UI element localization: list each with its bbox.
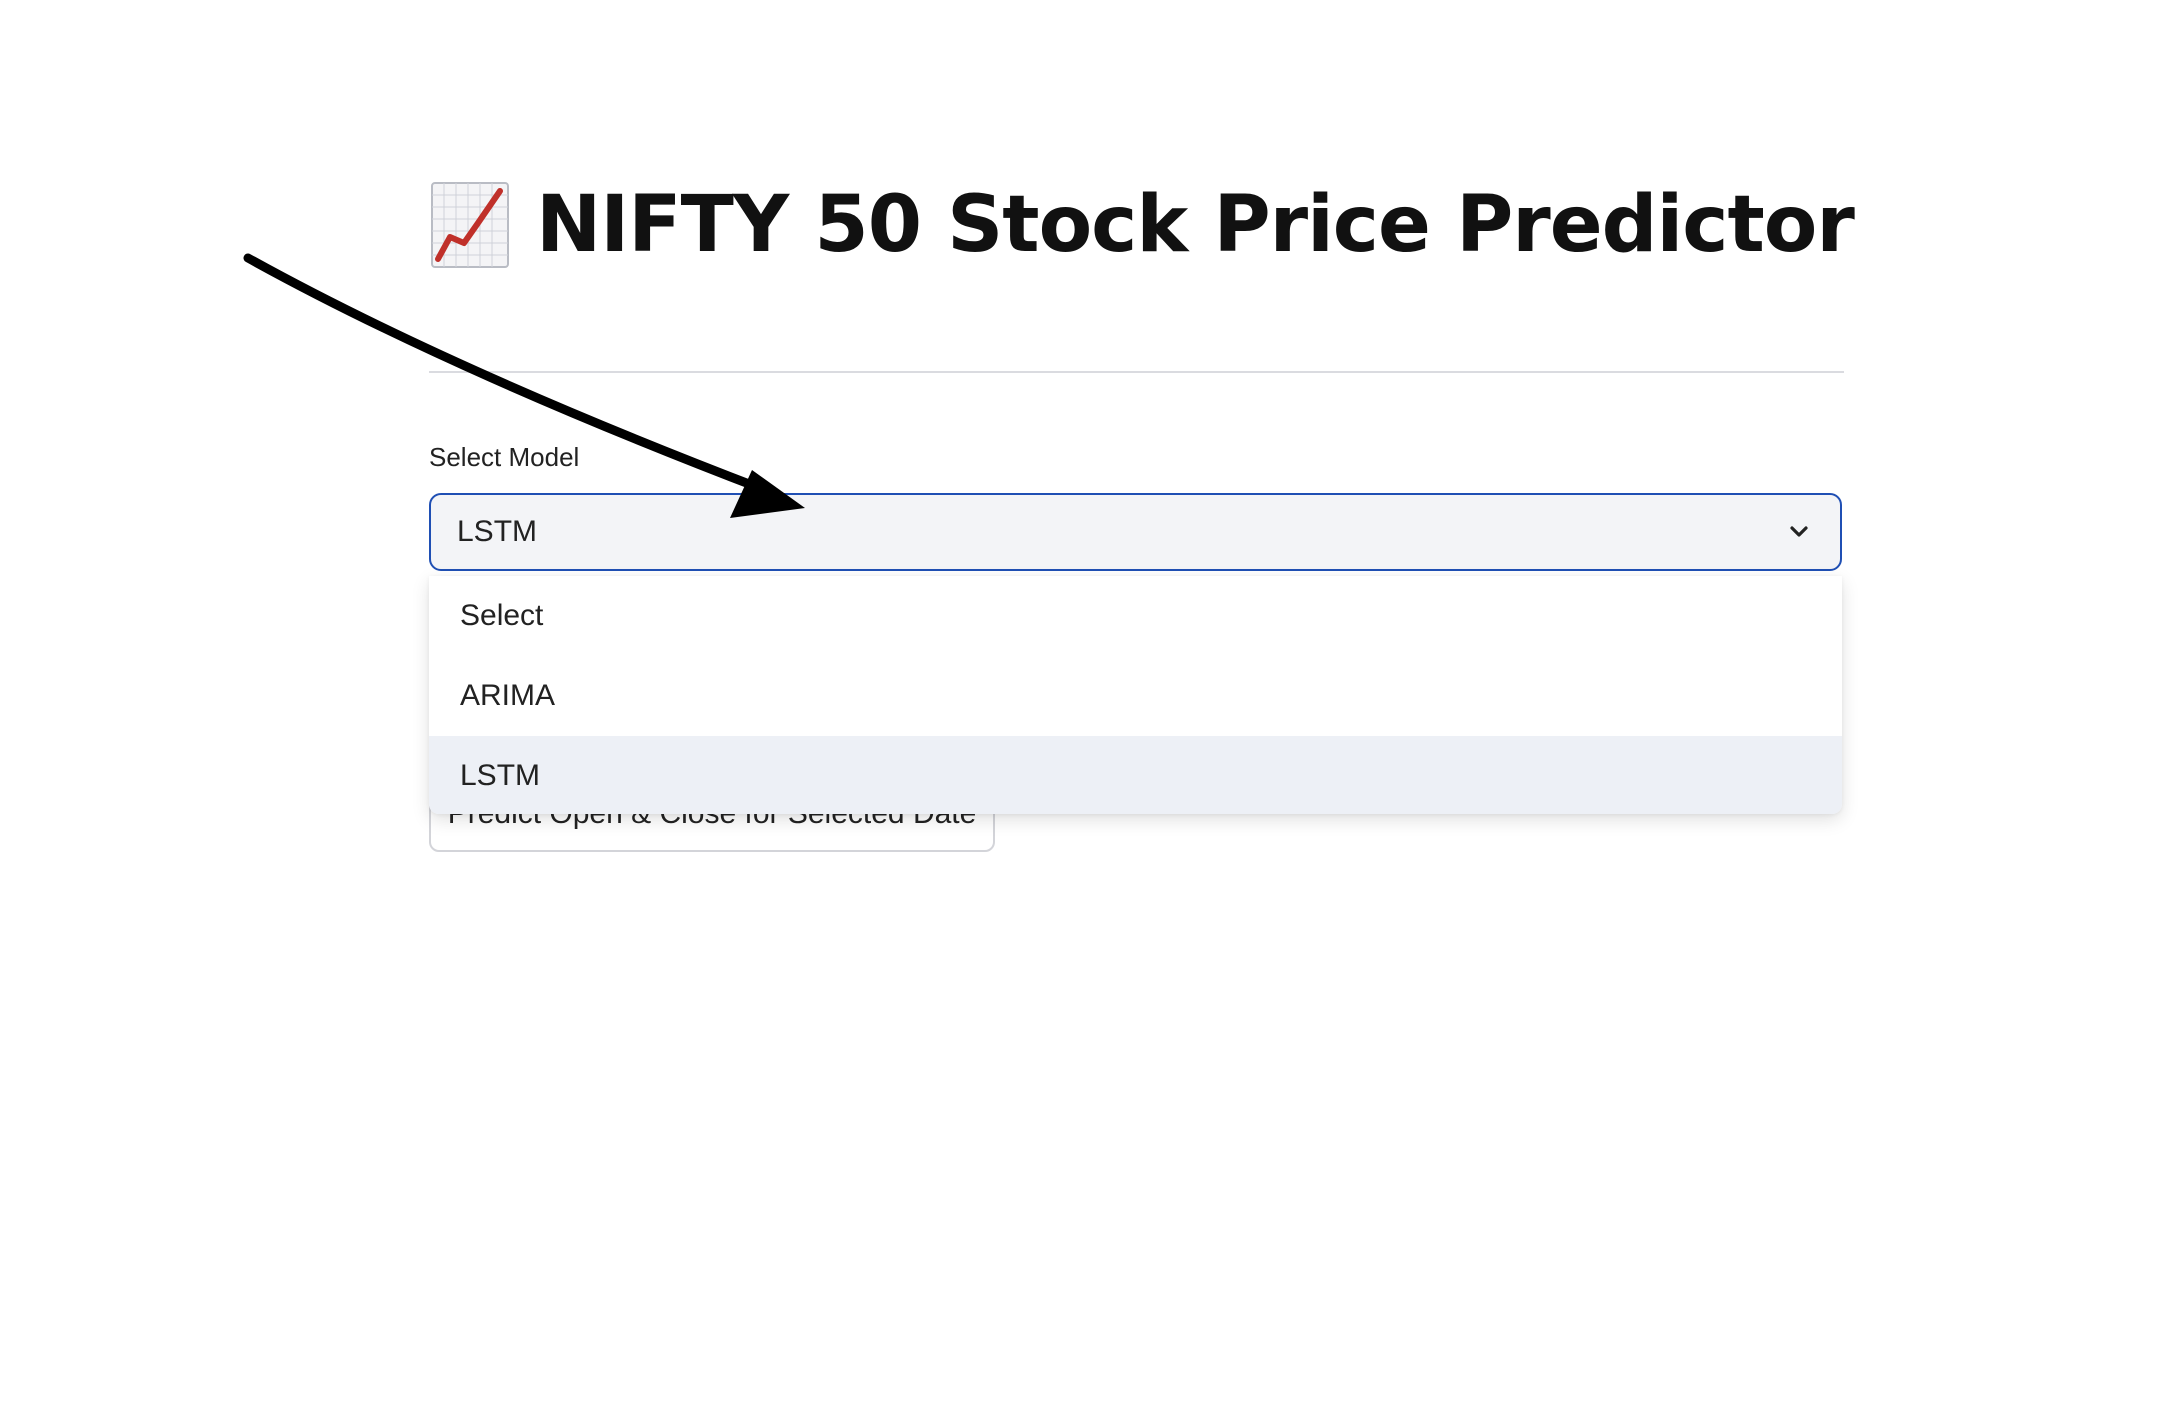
chevron-down-icon[interactable] bbox=[1784, 517, 1814, 547]
dropdown-option-lstm[interactable]: LSTM bbox=[429, 736, 1842, 814]
dropdown-option-label: ARIMA bbox=[460, 679, 556, 712]
dropdown-option-select[interactable]: Select bbox=[429, 576, 1842, 656]
select-model-label: Select Model bbox=[429, 442, 580, 472]
dropdown-option-arima[interactable]: ARIMA bbox=[429, 656, 1842, 736]
divider bbox=[429, 371, 1844, 373]
page-title: NIFTY 50 Stock Price Predictor bbox=[430, 170, 1855, 280]
dropdown-option-label: Select bbox=[460, 599, 544, 632]
dropdown-option-label: LSTM bbox=[460, 759, 541, 792]
model-select-value: LSTM bbox=[457, 515, 538, 548]
model-dropdown-menu: Select ARIMA LSTM bbox=[429, 576, 1842, 814]
model-select[interactable]: LSTM bbox=[429, 493, 1842, 571]
page-title-text: NIFTY 50 Stock Price Predictor bbox=[536, 180, 1855, 270]
chart-increasing-icon bbox=[431, 182, 509, 268]
